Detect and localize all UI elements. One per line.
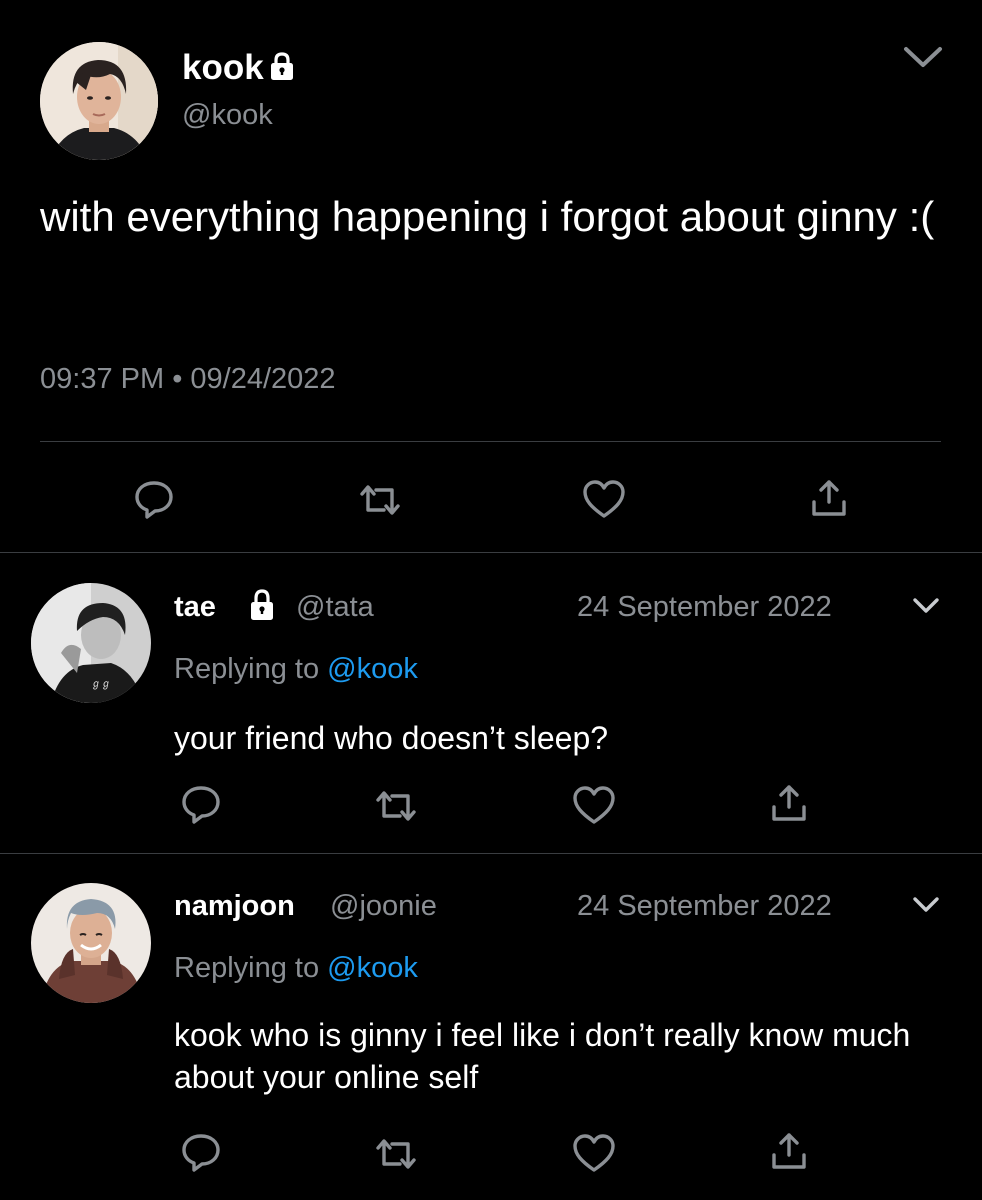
- reply-icon[interactable]: [133, 478, 175, 520]
- mention-link[interactable]: @kook: [327, 952, 418, 984]
- display-name-text: kook: [182, 48, 264, 87]
- share-icon[interactable]: [808, 476, 850, 520]
- avatar-photo: [31, 883, 151, 1003]
- retweet-icon[interactable]: [356, 480, 404, 520]
- replying-to: Replying to @kook: [174, 951, 418, 985]
- tweet-date: 09/24/2022: [190, 363, 336, 395]
- main-tweet-avatar[interactable]: [40, 42, 158, 160]
- reply-date: 24 September 2022: [577, 890, 832, 922]
- mention-link[interactable]: @kook: [327, 653, 418, 685]
- main-tweet-handle[interactable]: @kook: [182, 98, 273, 132]
- reply-display-name[interactable]: namjoon: [174, 889, 295, 923]
- reply-text: kook who is ginny i feel like i don’t re…: [174, 1017, 911, 1095]
- main-tweet-timestamp: 09:37 PM • 09/24/2022: [40, 362, 336, 396]
- reply-text: your friend who doesn’t sleep?: [174, 720, 609, 756]
- main-tweet-text: with everything happening i forgot about…: [40, 193, 935, 240]
- tweet-separator: [0, 552, 982, 553]
- meta-separator: •: [172, 363, 183, 395]
- chevron-down-icon[interactable]: [911, 895, 941, 920]
- tweet-time: 09:37 PM: [40, 363, 165, 395]
- replying-to: Replying to @kook: [174, 652, 418, 686]
- reply-handle[interactable]: @tata: [296, 590, 374, 624]
- divider: [40, 441, 941, 442]
- replying-to-label: Replying to: [174, 653, 320, 685]
- reply-icon[interactable]: [180, 783, 222, 825]
- avatar-photo: ℊℊ: [31, 583, 151, 703]
- svg-text:ℊℊ: ℊℊ: [91, 679, 111, 690]
- avatar-photo: [40, 42, 158, 160]
- tweet-separator: [0, 853, 982, 854]
- reply-icon[interactable]: [180, 1131, 222, 1173]
- reply-avatar-tae[interactable]: ℊℊ: [31, 583, 151, 703]
- reply-display-name[interactable]: tae: [174, 590, 216, 624]
- reply-date: 24 September 2022: [577, 591, 832, 623]
- like-icon[interactable]: [571, 1132, 617, 1174]
- reply-avatar-namjoon[interactable]: [31, 883, 151, 1003]
- reply-handle[interactable]: @joonie: [330, 889, 437, 923]
- retweet-icon[interactable]: [372, 1134, 420, 1174]
- replying-to-label: Replying to: [174, 952, 320, 984]
- chevron-down-icon[interactable]: [911, 596, 941, 621]
- retweet-icon[interactable]: [372, 786, 420, 826]
- lock-icon: [247, 588, 277, 627]
- chevron-down-icon[interactable]: [902, 44, 944, 72]
- like-icon[interactable]: [581, 478, 627, 520]
- share-icon[interactable]: [768, 1129, 810, 1173]
- share-icon[interactable]: [768, 781, 810, 825]
- lock-icon: [267, 50, 297, 90]
- like-icon[interactable]: [571, 784, 617, 826]
- main-tweet-display-name[interactable]: kook: [182, 48, 297, 90]
